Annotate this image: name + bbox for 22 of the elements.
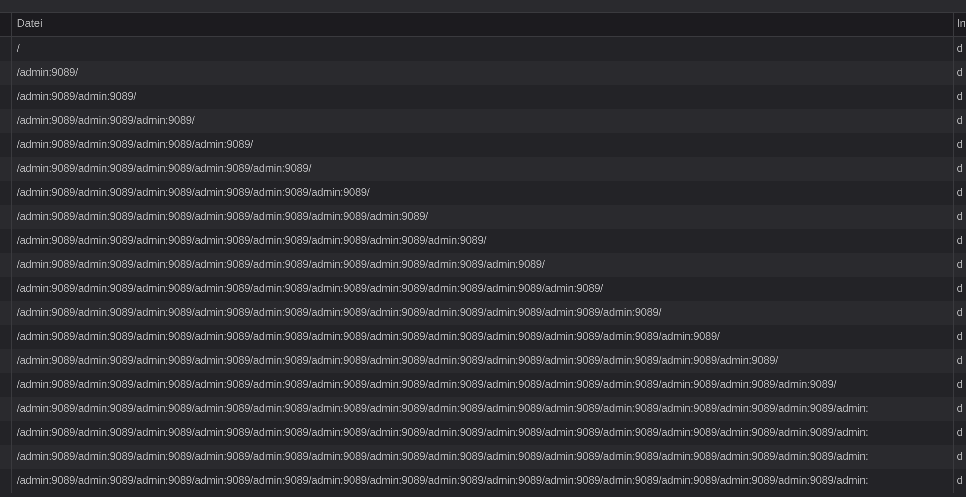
table-cell-text: / — [16, 42, 21, 57]
table-cell-text: /admin:9089/admin:9089/admin:9089/admin:9089/admin:9089/admin:9089/admin:9089/admin:9089/admin:9089/ — [16, 258, 546, 273]
table-cell-text: /admin:9089/admin:9089/ — [16, 90, 138, 105]
table-cell-text: /admin:9089/admin:9089/admin:9089/admin:9089/admin:9089/admin:9089/admin:9089/admin:9089/admin:9089/admin:9089/ — [16, 282, 604, 297]
table-cell-text: /admin:9089/admin:9089/admin:9089/admin:9089/admin:9089/admin:9089/admin:9089/admin:9089/admin:9089/admin:9089/admin:9089/admin:9089/admin:9089/admin:9089/admin: — [16, 450, 870, 465]
table-cell-text: /admin:9089/admin:9089/admin:9089/admin:9089/admin:9089/admin:9089/admin:9089/admin:9089/admin:9089/admin:9089/admin:9089/admin:9089/admin:9089/admin:9089/ — [16, 378, 838, 393]
table-cell-text: /admin:9089/admin:9089/admin:9089/admin:9089/admin:9089/admin:9089/admin:9089/admin:9089/admin:9089/admin:9089/admin:9089/ — [16, 306, 663, 321]
table-cell-text: /admin:9089/admin:9089/admin:9089/admin:9089/admin:9089/admin:9089/admin:9089/ — [16, 210, 430, 225]
table-cell-text: /admin:9089/admin:9089/admin:9089/admin:9089/admin:9089/admin:9089/admin:9089/admin:9089/admin:9089/admin:9089/admin:9089/admin:9089/admin:9089/admin:9089/admin: — [16, 402, 870, 417]
column-header[interactable]: In — [953, 13, 966, 36]
table-cell-text: /admin:9089/admin:9089/admin:9089/admin:9089/admin:9089/admin:9089/admin:9089/admin:9089/admin:9089/admin:9089/admin:9089/admin:9089/admin:9089/admin:9089/admin: — [16, 426, 870, 441]
table-cell-text: /admin:9089/admin:9089/admin:9089/ — [16, 114, 196, 129]
table-cell-text: /admin:9089/admin:9089/admin:9089/admin:9089/admin:9089/admin:9089/admin:9089/admin:9089/admin:9089/admin:9089/admin:9089/admin:9089/ — [16, 330, 722, 345]
table-cell-text: /admin:9089/ — [16, 66, 80, 81]
table-cell-text: /admin:9089/admin:9089/admin:9089/admin:9089/admin:9089/ — [16, 162, 313, 177]
column-header[interactable]: Datei — [12, 13, 953, 36]
table-cell-text: /admin:9089/admin:9089/admin:9089/admin:9089/admin:9089/admin:9089/admin:9089/admin:9089/ — [16, 234, 488, 249]
table-cell-text: /admin:9089/admin:9089/admin:9089/admin:9089/admin:9089/admin:9089/admin:9089/admin:9089/admin:9089/admin:9089/admin:9089/admin:9089/admin:9089/ — [16, 354, 780, 369]
table-cell: d — [953, 469, 966, 493]
table-cell-text: /admin:9089/admin:9089/admin:9089/admin:9089/admin:9089/admin:9089/admin:9089/admin:9089/admin:9089/admin:9089/admin:9089/admin:9089/admin:9089/admin:9089/admin: — [16, 474, 870, 489]
table-cell-text: /admin:9089/admin:9089/admin:9089/admin:9089/admin:9089/admin:9089/ — [16, 186, 371, 201]
table-cell-text: /admin:9089/admin:9089/admin:9089/admin:9089/ — [16, 138, 254, 153]
